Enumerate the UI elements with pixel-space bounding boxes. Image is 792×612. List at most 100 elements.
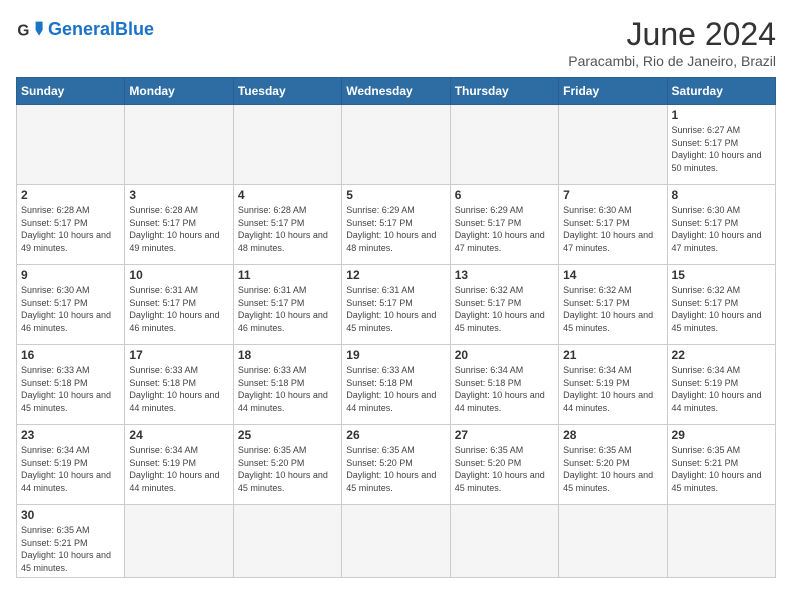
- calendar-cell: 28 Sunrise: 6:35 AM Sunset: 5:20 PM Dayli…: [559, 425, 667, 505]
- title-block: June 2024 Paracambi, Rio de Janeiro, Bra…: [568, 16, 776, 69]
- day-info: Sunrise: 6:34 AM Sunset: 5:19 PM Dayligh…: [129, 444, 228, 494]
- day-number: 5: [346, 188, 445, 202]
- day-number: 19: [346, 348, 445, 362]
- day-info: Sunrise: 6:27 AM Sunset: 5:17 PM Dayligh…: [672, 124, 771, 174]
- day-number: 18: [238, 348, 337, 362]
- calendar-cell: 13 Sunrise: 6:32 AM Sunset: 5:17 PM Dayli…: [450, 265, 558, 345]
- day-info: Sunrise: 6:34 AM Sunset: 5:18 PM Dayligh…: [455, 364, 554, 414]
- day-number: 11: [238, 268, 337, 282]
- calendar-cell: 27 Sunrise: 6:35 AM Sunset: 5:20 PM Dayli…: [450, 425, 558, 505]
- calendar-cell: 11 Sunrise: 6:31 AM Sunset: 5:17 PM Dayli…: [233, 265, 341, 345]
- col-header-thursday: Thursday: [450, 78, 558, 105]
- calendar-cell: [342, 505, 450, 578]
- col-header-friday: Friday: [559, 78, 667, 105]
- day-number: 13: [455, 268, 554, 282]
- calendar-cell: 5 Sunrise: 6:29 AM Sunset: 5:17 PM Daylig…: [342, 185, 450, 265]
- col-header-tuesday: Tuesday: [233, 78, 341, 105]
- location: Paracambi, Rio de Janeiro, Brazil: [568, 53, 776, 69]
- calendar-cell: [450, 105, 558, 185]
- month-title: June 2024: [568, 16, 776, 53]
- calendar-cell: 10 Sunrise: 6:31 AM Sunset: 5:17 PM Dayli…: [125, 265, 233, 345]
- day-info: Sunrise: 6:32 AM Sunset: 5:17 PM Dayligh…: [672, 284, 771, 334]
- calendar-cell: [559, 505, 667, 578]
- day-info: Sunrise: 6:28 AM Sunset: 5:17 PM Dayligh…: [238, 204, 337, 254]
- calendar-cell: 9 Sunrise: 6:30 AM Sunset: 5:17 PM Daylig…: [17, 265, 125, 345]
- calendar-cell: 26 Sunrise: 6:35 AM Sunset: 5:20 PM Dayli…: [342, 425, 450, 505]
- calendar-cell: 19 Sunrise: 6:33 AM Sunset: 5:18 PM Dayli…: [342, 345, 450, 425]
- day-info: Sunrise: 6:33 AM Sunset: 5:18 PM Dayligh…: [21, 364, 120, 414]
- day-number: 17: [129, 348, 228, 362]
- day-info: Sunrise: 6:35 AM Sunset: 5:20 PM Dayligh…: [346, 444, 445, 494]
- day-info: Sunrise: 6:33 AM Sunset: 5:18 PM Dayligh…: [238, 364, 337, 414]
- logo-text: GeneralBlue: [48, 20, 154, 40]
- day-number: 25: [238, 428, 337, 442]
- calendar-cell: 18 Sunrise: 6:33 AM Sunset: 5:18 PM Dayli…: [233, 345, 341, 425]
- day-number: 30: [21, 508, 120, 522]
- col-header-saturday: Saturday: [667, 78, 775, 105]
- day-info: Sunrise: 6:29 AM Sunset: 5:17 PM Dayligh…: [346, 204, 445, 254]
- calendar-cell: [559, 105, 667, 185]
- day-info: Sunrise: 6:30 AM Sunset: 5:17 PM Dayligh…: [21, 284, 120, 334]
- calendar-cell: [17, 105, 125, 185]
- svg-text:G: G: [17, 23, 29, 40]
- day-info: Sunrise: 6:30 AM Sunset: 5:17 PM Dayligh…: [672, 204, 771, 254]
- day-number: 23: [21, 428, 120, 442]
- day-number: 8: [672, 188, 771, 202]
- calendar-cell: 23Sunrise: 6:34 AM Sunset: 5:19 PM Dayli…: [17, 425, 125, 505]
- day-info: Sunrise: 6:35 AM Sunset: 5:20 PM Dayligh…: [455, 444, 554, 494]
- day-number: 28: [563, 428, 662, 442]
- calendar-cell: 30 Sunrise: 6:35 AM Sunset: 5:21 PM Dayli…: [17, 505, 125, 578]
- day-number: 16: [21, 348, 120, 362]
- day-number: 9: [21, 268, 120, 282]
- calendar-cell: 4 Sunrise: 6:28 AM Sunset: 5:17 PM Daylig…: [233, 185, 341, 265]
- calendar-cell: [342, 105, 450, 185]
- day-number: 2: [21, 188, 120, 202]
- calendar-cell: 2Sunrise: 6:28 AM Sunset: 5:17 PM Daylig…: [17, 185, 125, 265]
- col-header-sunday: Sunday: [17, 78, 125, 105]
- day-number: 27: [455, 428, 554, 442]
- day-info: Sunrise: 6:35 AM Sunset: 5:20 PM Dayligh…: [238, 444, 337, 494]
- calendar-cell: 16 Sunrise: 6:33 AM Sunset: 5:18 PM Dayli…: [17, 345, 125, 425]
- day-number: 1: [672, 108, 771, 122]
- calendar-cell: 1 Sunrise: 6:27 AM Sunset: 5:17 PM Daylig…: [667, 105, 775, 185]
- calendar-cell: 8 Sunrise: 6:30 AM Sunset: 5:17 PM Daylig…: [667, 185, 775, 265]
- day-info: Sunrise: 6:30 AM Sunset: 5:17 PM Dayligh…: [563, 204, 662, 254]
- day-number: 21: [563, 348, 662, 362]
- calendar-cell: 29Sunrise: 6:35 AM Sunset: 5:21 PM Dayli…: [667, 425, 775, 505]
- day-number: 26: [346, 428, 445, 442]
- day-number: 7: [563, 188, 662, 202]
- day-info: Sunrise: 6:34 AM Sunset: 5:19 PM Dayligh…: [672, 364, 771, 414]
- calendar-cell: 25 Sunrise: 6:35 AM Sunset: 5:20 PM Dayli…: [233, 425, 341, 505]
- col-header-wednesday: Wednesday: [342, 78, 450, 105]
- day-number: 14: [563, 268, 662, 282]
- calendar-cell: 22 Sunrise: 6:34 AM Sunset: 5:19 PM Dayli…: [667, 345, 775, 425]
- day-info: Sunrise: 6:35 AM Sunset: 5:20 PM Dayligh…: [563, 444, 662, 494]
- day-info: Sunrise: 6:29 AM Sunset: 5:17 PM Dayligh…: [455, 204, 554, 254]
- day-number: 12: [346, 268, 445, 282]
- day-info: Sunrise: 6:32 AM Sunset: 5:17 PM Dayligh…: [563, 284, 662, 334]
- day-info: Sunrise: 6:33 AM Sunset: 5:18 PM Dayligh…: [129, 364, 228, 414]
- col-header-monday: Monday: [125, 78, 233, 105]
- day-info: Sunrise: 6:31 AM Sunset: 5:17 PM Dayligh…: [238, 284, 337, 334]
- logo-icon: G: [16, 16, 44, 44]
- day-info: Sunrise: 6:33 AM Sunset: 5:18 PM Dayligh…: [346, 364, 445, 414]
- calendar-table: SundayMondayTuesdayWednesdayThursdayFrid…: [16, 77, 776, 578]
- day-info: Sunrise: 6:31 AM Sunset: 5:17 PM Dayligh…: [129, 284, 228, 334]
- day-number: 20: [455, 348, 554, 362]
- calendar-cell: 17 Sunrise: 6:33 AM Sunset: 5:18 PM Dayli…: [125, 345, 233, 425]
- calendar-cell: 12Sunrise: 6:31 AM Sunset: 5:17 PM Dayli…: [342, 265, 450, 345]
- calendar-cell: [233, 505, 341, 578]
- day-info: Sunrise: 6:35 AM Sunset: 5:21 PM Dayligh…: [21, 524, 120, 574]
- day-number: 22: [672, 348, 771, 362]
- calendar-cell: [125, 505, 233, 578]
- day-number: 4: [238, 188, 337, 202]
- calendar-cell: [667, 505, 775, 578]
- day-number: 15: [672, 268, 771, 282]
- day-info: Sunrise: 6:28 AM Sunset: 5:17 PM Dayligh…: [129, 204, 228, 254]
- calendar-cell: [125, 105, 233, 185]
- calendar-cell: 20 Sunrise: 6:34 AM Sunset: 5:18 PM Dayli…: [450, 345, 558, 425]
- calendar-cell: [233, 105, 341, 185]
- day-number: 10: [129, 268, 228, 282]
- day-number: 24: [129, 428, 228, 442]
- day-info: Sunrise: 6:32 AM Sunset: 5:17 PM Dayligh…: [455, 284, 554, 334]
